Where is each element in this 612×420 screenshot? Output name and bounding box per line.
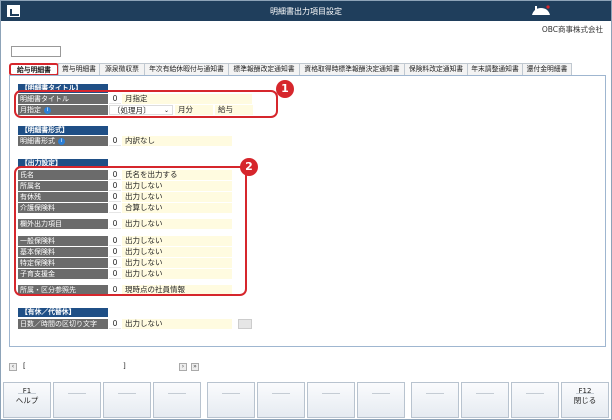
tab-year-end-adjustment[interactable]: 年末調整通知書	[467, 63, 523, 75]
callout-box-1	[14, 90, 278, 118]
app-window: 明細書出力項目設定 OBC商事株式会社 給与明細書 賞与明細書 源泉徴収票 年次…	[0, 0, 612, 420]
f8-button[interactable]	[357, 382, 405, 418]
scroll-left-bracket: [	[23, 362, 26, 370]
callout-badge-2: 2	[240, 158, 258, 176]
f4-button[interactable]	[153, 382, 201, 418]
tab-refund-statement[interactable]: 還付金明細書	[522, 63, 572, 75]
tab-bar: 給与明細書 賞与明細書 源泉徴収票 年次有給休暇付与通知書 標準報酬改定通知書 …	[9, 63, 606, 76]
section-header-format: 【明細書形式】	[18, 126, 108, 135]
f11-button[interactable]	[511, 382, 559, 418]
title-bar: 明細書出力項目設定	[1, 1, 611, 21]
f5-button[interactable]	[207, 382, 255, 418]
section-header-leave: 【有休／代替休】	[18, 308, 108, 317]
function-key-bar: F1 ヘルプ F12 閉じる	[3, 382, 609, 418]
tab-acquisition-remuneration-decision[interactable]: 資格取得時標準報酬決定通知書	[299, 63, 405, 75]
f9-button[interactable]	[411, 382, 459, 418]
tab-premium-revision[interactable]: 保険料改定通知書	[404, 63, 468, 75]
app-logo-icon	[532, 5, 550, 15]
leave-extra-button[interactable]	[238, 319, 252, 329]
f1-help-button[interactable]: F1 ヘルプ	[3, 382, 51, 418]
label-leave-separator: 日数／時間の区切り文字	[18, 319, 108, 329]
f3-button[interactable]	[103, 382, 151, 418]
label-statement-format: 明細書形式 i	[18, 136, 108, 146]
f12-close-button[interactable]: F12 閉じる	[561, 382, 609, 418]
info-icon[interactable]: i	[58, 138, 65, 145]
tab-paid-leave-notice[interactable]: 年次有給休暇付与通知書	[144, 63, 229, 75]
tab-withholding-slip[interactable]: 源泉徴収票	[99, 63, 145, 75]
value-statement-format: 内訳なし	[122, 136, 232, 146]
value-leave-separator: 出力しない	[122, 319, 232, 329]
callout-badge-1: 1	[276, 80, 294, 98]
callout-box-2	[14, 166, 247, 296]
f6-button[interactable]	[257, 382, 305, 418]
row-statement-format: 明細書形式 i 0 内訳なし	[18, 136, 298, 146]
settings-panel: 【明細書タイトル】 明細書タイトル 0 月指定 月指定 i 〔処理月〕 ⌄ 月分 …	[9, 75, 606, 347]
code-leave-separator[interactable]: 0	[109, 319, 121, 329]
f10-button[interactable]	[461, 382, 509, 418]
f7-button[interactable]	[307, 382, 355, 418]
horizontal-scrollbar[interactable]: ‹ [ ] › »	[9, 362, 199, 372]
scroll-right-bracket: ]	[123, 362, 126, 370]
scroll-end-icon[interactable]: »	[191, 363, 199, 371]
code-statement-format[interactable]: 0	[109, 136, 121, 146]
scroll-right-icon[interactable]: ›	[179, 363, 187, 371]
scroll-left-icon[interactable]: ‹	[9, 363, 17, 371]
company-name: OBC商事株式会社	[541, 25, 603, 34]
tab-bonus-statement[interactable]: 賞与明細書	[58, 63, 100, 75]
tab-standard-remuneration-revision[interactable]: 標準報酬改定通知書	[228, 63, 300, 75]
search-input[interactable]	[11, 46, 61, 57]
row-leave-separator: 日数／時間の区切り文字 0 出力しない	[18, 319, 298, 329]
window-title: 明細書出力項目設定	[270, 7, 342, 16]
f2-button[interactable]	[53, 382, 101, 418]
